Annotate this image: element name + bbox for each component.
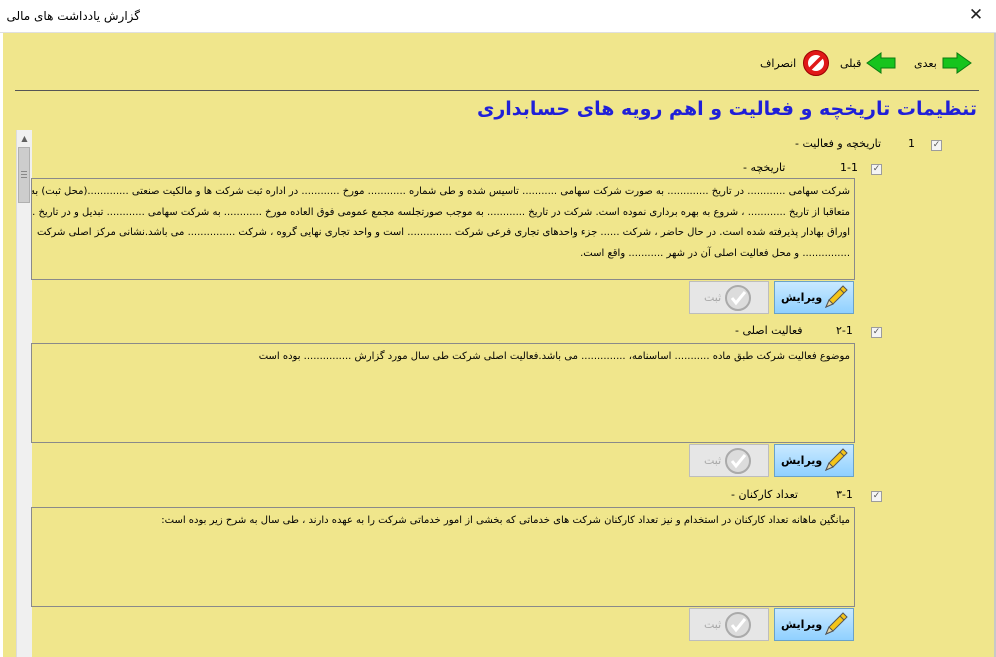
next-button[interactable]: بعدی bbox=[914, 49, 972, 77]
prev-label: قبلی bbox=[840, 56, 862, 70]
page-title: تنظیمات تاریخچه و فعالیت و اهم رویه های … bbox=[476, 98, 977, 120]
employees-line-1: میانگین ماهانه تعداد کارکنان در استخدام … bbox=[161, 515, 850, 526]
section-1-title: - تاریخچه و فعالیت bbox=[795, 137, 882, 150]
item-employees-number: ۳-1 bbox=[836, 488, 853, 501]
pencil-icon bbox=[825, 448, 848, 471]
scroll-thumb[interactable] bbox=[18, 147, 30, 203]
cancel-button[interactable]: انصراف bbox=[760, 49, 831, 77]
save-label: ثبت bbox=[704, 454, 722, 467]
item-history-title: - تاریخچه bbox=[743, 161, 786, 174]
history-edit-button[interactable]: ویرایش bbox=[774, 281, 854, 314]
window-title: گزارش یادداشت های مالی bbox=[6, 9, 140, 23]
vertical-scrollbar[interactable]: ▲ bbox=[16, 130, 32, 657]
edit-label: ویرایش bbox=[781, 291, 823, 304]
title-bar: گزارش یادداشت های مالی ✕ bbox=[0, 0, 996, 33]
pencil-icon bbox=[825, 612, 848, 635]
employees-text-box[interactable]: میانگین ماهانه تعداد کارکنان در استخدام … bbox=[31, 507, 855, 607]
check-circle-icon bbox=[725, 285, 751, 311]
section-1-number: 1 bbox=[908, 137, 915, 150]
save-label: ثبت bbox=[704, 618, 722, 631]
employees-edit-button[interactable]: ویرایش bbox=[774, 608, 854, 641]
main-activity-edit-button[interactable]: ویرایش bbox=[774, 444, 854, 477]
item-main-activity-number: ۲-1 bbox=[836, 324, 853, 337]
toolbar-divider bbox=[15, 90, 979, 91]
history-line-4: ............... و محل فعالیت اصلی آن در … bbox=[580, 247, 850, 259]
item-history-number: 1-1 bbox=[840, 161, 858, 174]
next-label: بعدی bbox=[914, 56, 937, 70]
check-circle-icon bbox=[725, 612, 751, 638]
cancel-label: انصراف bbox=[760, 56, 797, 70]
section-1-checkbox[interactable]: ✓ bbox=[931, 140, 942, 151]
item-main-activity-title: - فعالیت اصلی bbox=[735, 324, 803, 337]
arrow-left-green-icon bbox=[866, 52, 896, 74]
item-employees-checkbox[interactable]: ✓ bbox=[871, 491, 882, 502]
check-circle-icon bbox=[725, 448, 751, 474]
no-entry-icon bbox=[803, 50, 830, 76]
item-employees-title: - تعداد کارکنان bbox=[731, 488, 798, 501]
main-activity-line-1: موضوع فعالیت شرکت طبق ماده ........... ا… bbox=[258, 351, 850, 362]
item-main-activity-checkbox[interactable]: ✓ bbox=[871, 327, 882, 338]
save-label: ثبت bbox=[704, 291, 722, 304]
arrow-right-green-icon bbox=[942, 52, 972, 74]
history-save-button: ثبت bbox=[689, 281, 769, 314]
scroll-up-arrow-icon[interactable]: ▲ bbox=[17, 130, 32, 147]
history-line-2: متعاقبا از تاریخ ............ ، شروع به … bbox=[31, 206, 850, 218]
history-text-box[interactable]: شرکت سهامی ............ در تاریخ .......… bbox=[31, 178, 855, 280]
history-line-3: اوراق بهادار پذیرفته شده است. در حال حاض… bbox=[36, 227, 850, 238]
item-history-checkbox[interactable]: ✓ bbox=[871, 164, 882, 175]
pencil-icon bbox=[825, 285, 848, 308]
edit-label: ویرایش bbox=[781, 618, 823, 631]
prev-button[interactable]: قبلی bbox=[840, 49, 896, 77]
main-activity-text-box[interactable]: موضوع فعالیت شرکت طبق ماده ........... ا… bbox=[31, 343, 855, 443]
history-line-1: شرکت سهامی ............ در تاریخ .......… bbox=[31, 186, 850, 197]
close-button[interactable]: ✕ bbox=[956, 0, 996, 32]
edit-label: ویرایش bbox=[781, 454, 823, 467]
employees-save-button: ثبت bbox=[689, 608, 769, 641]
report-panel: بعدی قبلی انصراف تنظیمات تاریخچه و فعالی… bbox=[3, 33, 994, 657]
main-activity-save-button: ثبت bbox=[689, 444, 769, 477]
